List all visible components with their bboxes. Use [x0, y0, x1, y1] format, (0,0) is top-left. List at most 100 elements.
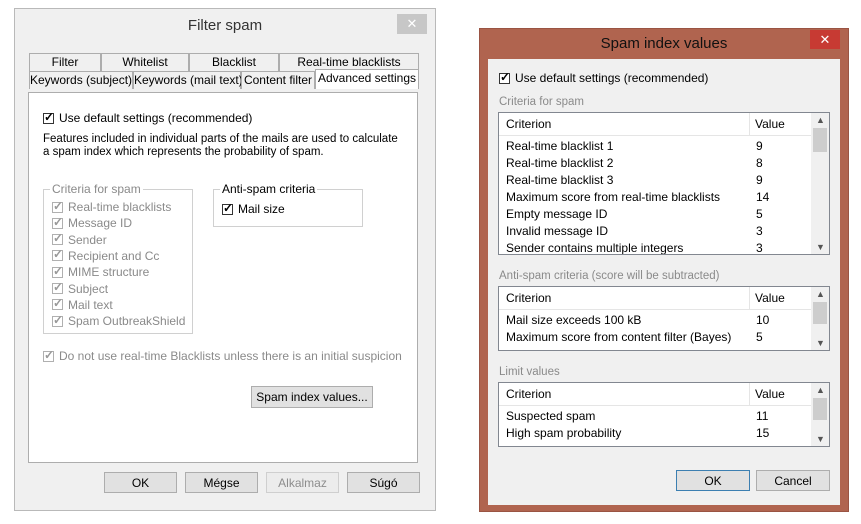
column-criterion[interactable]: Criterion: [506, 387, 551, 401]
list-item[interactable]: Sender contains multiple integers 3: [499, 240, 811, 255]
criterion-name: Maximum score from content filter (Bayes…: [506, 330, 732, 344]
ok-button[interactable]: OK: [104, 472, 177, 493]
column-value[interactable]: Value: [755, 117, 785, 131]
antispam-group: Anti-spam criteria ✓ Mail size: [213, 182, 363, 227]
criteria-list[interactable]: Criterion Value Real-time blacklist 1 9 Re…: [498, 112, 830, 255]
tab-whitelist[interactable]: Whitelist: [101, 53, 189, 71]
limit-list[interactable]: Criterion Value Suspected spam 11 High spa…: [498, 382, 830, 447]
criterion-name: Maximum score from real-time blacklists: [506, 190, 721, 204]
tab-keywords-mail-text[interactable]: Keywords (mail text): [133, 71, 243, 89]
checkbox-checked-icon: ✓: [222, 200, 234, 215]
criteria-checkbox[interactable]: ✓ MIME structure: [52, 263, 149, 279]
criterion-value: 3: [756, 241, 763, 255]
list-item[interactable]: Invalid message ID 3: [499, 223, 811, 240]
criteria-item-label: Subject: [68, 281, 109, 296]
checkbox-checked-icon: ✓: [43, 109, 55, 124]
list-item[interactable]: Real-time blacklist 1 9: [499, 138, 811, 155]
scroll-up-icon[interactable]: ▲: [812, 383, 829, 397]
list-item[interactable]: Real-time blacklist 3 9: [499, 172, 811, 189]
column-criterion[interactable]: Criterion: [506, 117, 551, 131]
criterion-value: 5: [756, 330, 763, 344]
checkbox-checked-icon: ✓: [52, 231, 64, 246]
list-item[interactable]: Maximum score from real-time blacklists 1…: [499, 189, 811, 206]
column-value[interactable]: Value: [755, 291, 785, 305]
criteria-checkbox[interactable]: ✓ Mail text: [52, 296, 113, 312]
description-line-1: Features included in individual parts of…: [43, 133, 398, 145]
criteria-item-label: Real-time blacklists: [68, 200, 172, 214]
checkbox-checked-icon: ✓: [52, 263, 64, 278]
column-separator: [749, 383, 750, 405]
criterion-name: Sender contains multiple integers: [506, 241, 684, 255]
criteria-group-label: Criteria for spam: [50, 182, 143, 196]
criterion-value: 10: [756, 313, 770, 327]
scroll-down-icon[interactable]: ▼: [812, 336, 829, 350]
scrollbar[interactable]: ▲ ▼: [811, 383, 829, 446]
criterion-value: 14: [756, 190, 770, 204]
antispam-group-label: Anti-spam criteria: [220, 182, 318, 196]
scroll-up-icon[interactable]: ▲: [812, 113, 829, 127]
tab-blacklist[interactable]: Blacklist: [189, 53, 279, 71]
checkbox-checked-icon: ✓: [52, 296, 64, 311]
close-icon[interactable]: ✕: [810, 30, 840, 49]
list-item[interactable]: Suspected spam 11: [499, 408, 811, 425]
criterion-name: Empty message ID: [506, 207, 608, 221]
ok-button[interactable]: OK: [676, 470, 750, 491]
scrollbar[interactable]: ▲ ▼: [811, 287, 829, 350]
list-header: Criterion Value: [499, 383, 811, 406]
scrollbar[interactable]: ▲ ▼: [811, 113, 829, 254]
criterion-value: 15: [756, 426, 770, 440]
criterion-value: 9: [756, 173, 763, 187]
spam-index-values-button[interactable]: Spam index values...: [251, 386, 373, 408]
column-value[interactable]: Value: [755, 387, 785, 401]
window-title: Spam index values: [600, 35, 728, 52]
criterion-name: Real-time blacklist 2: [506, 156, 614, 170]
criteria-checkbox[interactable]: ✓ Sender: [52, 231, 107, 247]
criterion-name: Suspected spam: [506, 409, 596, 423]
rtbl-option-checkbox[interactable]: ✓ Do not use real-time Blacklists unless…: [43, 348, 402, 363]
column-criterion[interactable]: Criterion: [506, 291, 551, 305]
list-item[interactable]: Mail size exceeds 100 kB 10: [499, 312, 811, 329]
scroll-up-icon[interactable]: ▲: [812, 287, 829, 301]
use-default-label: Use default settings (recommended): [59, 111, 253, 125]
criterion-value: 8: [756, 156, 763, 170]
criteria-checkbox[interactable]: ✓ Recipient and Cc: [52, 247, 160, 263]
tab-filter[interactable]: Filter: [29, 53, 101, 71]
criteria-checkbox[interactable]: ✓ Message ID: [52, 215, 132, 230]
checkbox-checked-icon: ✓: [52, 312, 64, 327]
list-item[interactable]: High spam probability 15: [499, 425, 811, 442]
scroll-thumb[interactable]: [813, 398, 827, 420]
scroll-thumb[interactable]: [813, 128, 827, 152]
list-item[interactable]: Maximum score from content filter (Bayes…: [499, 329, 811, 346]
criteria-item-label: Recipient and Cc: [68, 248, 160, 263]
cancel-button[interactable]: Mégse: [185, 472, 258, 493]
list-item[interactable]: Real-time blacklist 2 8: [499, 155, 811, 172]
cancel-button[interactable]: Cancel: [756, 470, 830, 491]
list-item[interactable]: Empty message ID 5: [499, 206, 811, 223]
checkbox-checked-icon: ✓: [52, 280, 64, 294]
tab-advanced-settings[interactable]: Advanced settings: [315, 69, 419, 89]
criteria-checkbox[interactable]: ✓ Subject: [52, 280, 109, 296]
scroll-down-icon[interactable]: ▼: [812, 240, 829, 254]
use-default-checkbox[interactable]: ✓ Use default settings (recommended): [43, 109, 253, 125]
dialog-content: ✓ Use default settings (recommended) Cri…: [488, 59, 840, 505]
description-line-2: a spam index which represents the probab…: [43, 146, 324, 158]
criteria-section-label: Criteria for spam: [499, 96, 584, 108]
mail-size-label: Mail size: [238, 202, 285, 216]
apply-button[interactable]: Alkalmaz: [266, 472, 339, 493]
help-button[interactable]: Súgó: [347, 472, 420, 493]
title-bar[interactable]: Filter spam ✕: [15, 9, 435, 43]
criteria-item-label: Sender: [68, 232, 107, 247]
criteria-checkbox[interactable]: ✓ Real-time blacklists: [52, 199, 172, 214]
scroll-down-icon[interactable]: ▼: [812, 432, 829, 446]
column-separator: [749, 113, 750, 135]
criterion-name: High spam probability: [506, 426, 622, 440]
scroll-thumb[interactable]: [813, 302, 827, 324]
criteria-checkbox[interactable]: ✓ Spam OutbreakShield: [52, 312, 185, 328]
close-icon[interactable]: ✕: [397, 14, 427, 34]
mail-size-checkbox[interactable]: ✓ Mail size: [222, 200, 285, 216]
tab-keywords-subject[interactable]: Keywords (subject): [29, 71, 133, 89]
checkbox-checked-icon: ✓: [499, 69, 511, 84]
use-default-checkbox[interactable]: ✓ Use default settings (recommended): [499, 69, 708, 85]
antispam-list[interactable]: Criterion Value Mail size exceeds 100 kB…: [498, 286, 830, 351]
tab-content-filter[interactable]: Content filter: [241, 71, 315, 89]
